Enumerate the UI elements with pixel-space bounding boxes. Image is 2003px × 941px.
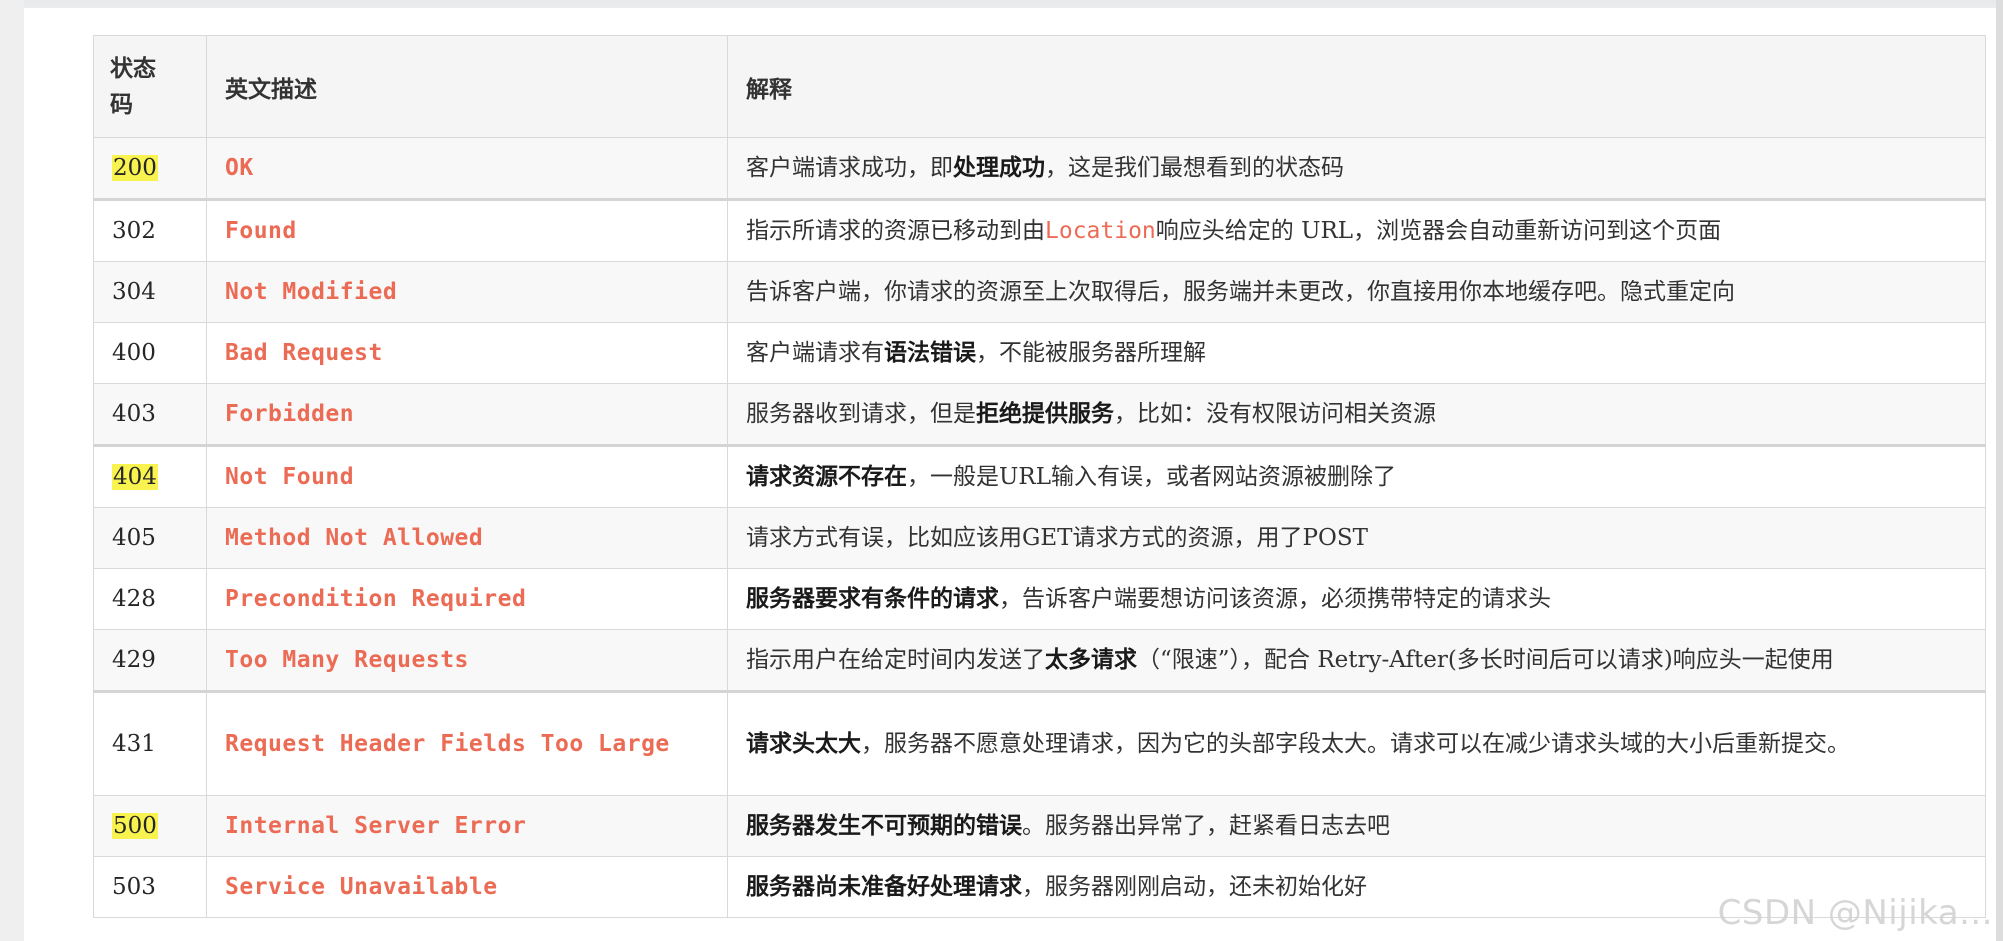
explanation-emphasis: 服务器尚未准备好处理请求 — [746, 873, 1022, 900]
english-description: Request Header Fields Too Large — [206, 690, 728, 796]
status-code: 403 — [112, 401, 156, 427]
explanation-emphasis: 服务器要求有条件的请求 — [746, 585, 999, 612]
explanation-emphasis: 拒绝提供服务 — [976, 400, 1114, 427]
explanation: 服务器要求有条件的请求，告诉客户端要想访问该资源，必须携带特定的请求头 — [727, 568, 1986, 630]
scrollbar-track[interactable] — [1996, 0, 2003, 941]
english-description: Not Modified — [206, 261, 728, 323]
explanation-text: ，这是我们最想看到的状态码 — [1045, 155, 1344, 181]
explanation-emphasis: 太多请求 — [1045, 646, 1137, 673]
explanation-emphasis: 语法错误 — [884, 339, 976, 366]
status-code: 200 — [112, 155, 158, 181]
status-code: 400 — [112, 340, 156, 366]
status-code-cell: 404 — [93, 444, 207, 508]
table-row: 429 Too Many Requests 指示用户在给定时间内发送了太多请求（“限… — [93, 629, 1986, 692]
status-code-cell: 200 — [93, 137, 207, 200]
status-code-cell: 302 — [93, 198, 207, 262]
english-description: Method Not Allowed — [206, 507, 728, 569]
explanation-text: 请求方式有误，比如应该用GET请求方式的资源，用了POST — [746, 525, 1368, 551]
table-row: 200 OK 客户端请求成功，即处理成功，这是我们最想看到的状态码 — [93, 137, 1986, 200]
english-description: Precondition Required — [206, 568, 728, 630]
status-code-cell: 431 — [93, 690, 207, 796]
status-code-table: 状态码 英文描述 解释 200 OK 客户端请求成功，即处理成功，这是我们最想看到的… — [93, 35, 1986, 918]
status-code-cell: 405 — [93, 507, 207, 569]
explanation-text: 指示所请求的资源已移动到由 — [746, 218, 1045, 244]
explanation-text: 响应头给定的 URL，浏览器会自动重新访问到这个页面 — [1155, 218, 1722, 244]
table-row: 400 Bad Request 客户端请求有语法错误，不能被服务器所理解 — [93, 322, 1986, 384]
table-row: 428 Precondition Required 服务器要求有条件的请求，告诉客户… — [93, 568, 1986, 630]
explanation-text: ，一般是URL输入有误，或者网站资源被删除了 — [907, 464, 1396, 490]
status-code-cell: 428 — [93, 568, 207, 630]
table-header-row: 状态码 英文描述 解释 — [93, 35, 1986, 138]
explanation: 指示所请求的资源已移动到由Location响应头给定的 URL，浏览器会自动重新… — [727, 198, 1986, 262]
table-row: 500 Internal Server Error 服务器发生不可预期的错误。服务器… — [93, 795, 1986, 857]
status-code: 405 — [112, 525, 156, 551]
explanation-text: 指示用户在给定时间内发送了 — [746, 647, 1045, 673]
explanation: 告诉客户端，你请求的资源至上次取得后，服务端并未更改，你直接用你本地缓存吧。隐式… — [727, 261, 1986, 323]
explanation: 指示用户在给定时间内发送了太多请求（“限速”），配合 Retry-After(多… — [727, 629, 1986, 692]
explanation-text: 。服务器出异常了，赶紧看日志去吧 — [1022, 813, 1390, 839]
english-description: Not Found — [206, 444, 728, 508]
table-row: 302 Found 指示所请求的资源已移动到由Location响应头给定的 URL，… — [93, 198, 1986, 262]
status-code: 302 — [112, 218, 156, 244]
english-description: Too Many Requests — [206, 629, 728, 692]
explanation-emphasis: 服务器发生不可预期的错误 — [746, 812, 1022, 839]
status-code: 429 — [112, 647, 156, 673]
status-code-cell: 304 — [93, 261, 207, 323]
explanation-emphasis: 处理成功 — [953, 154, 1045, 181]
explanation-text: 服务器收到请求，但是 — [746, 401, 976, 427]
english-description: OK — [206, 137, 728, 200]
table-row: 304 Not Modified 告诉客户端，你请求的资源至上次取得后，服务端并未更… — [93, 261, 1986, 323]
status-code-cell: 429 — [93, 629, 207, 692]
header-explanation: 解释 — [727, 35, 1986, 138]
status-code-cell: 500 — [93, 795, 207, 857]
status-code: 428 — [112, 586, 156, 612]
status-code: 500 — [112, 813, 158, 839]
watermark: CSDN @Nijika... — [1717, 893, 1993, 933]
explanation-text: 告诉客户端，你请求的资源至上次取得后，服务端并未更改，你直接用你本地缓存吧。隐式… — [746, 279, 1735, 305]
explanation-text: Location — [1045, 218, 1156, 244]
left-edge — [0, 0, 24, 941]
explanation-text: （“限速”），配合 Retry-After(多长时间后可以请求)响应头一起使用 — [1137, 647, 1834, 673]
english-description: Forbidden — [206, 383, 728, 446]
table-row: 405 Method Not Allowed 请求方式有误，比如应该用GET请求方式… — [93, 507, 1986, 569]
status-code-cell: 503 — [93, 856, 207, 918]
english-description: Found — [206, 198, 728, 262]
explanation-text: 客户端请求有 — [746, 340, 884, 366]
english-description: Service Unavailable — [206, 856, 728, 918]
status-code: 431 — [112, 731, 156, 757]
explanation-text: ，服务器不愿意处理请求，因为它的头部字段太大。请求可以在减少请求头域的大小后重新… — [861, 731, 1850, 757]
status-code-cell: 400 — [93, 322, 207, 384]
english-description: Internal Server Error — [206, 795, 728, 857]
status-code-cell: 403 — [93, 383, 207, 446]
explanation-text: ，服务器刚刚启动，还未初始化好 — [1022, 874, 1367, 900]
header-english-description: 英文描述 — [206, 35, 728, 138]
explanation-text: ，比如：没有权限访问相关资源 — [1114, 401, 1436, 427]
explanation: 服务器发生不可预期的错误。服务器出异常了，赶紧看日志去吧 — [727, 795, 1986, 857]
english-description: Bad Request — [206, 322, 728, 384]
explanation-emphasis: 请求资源不存在 — [746, 463, 907, 490]
explanation-text: 客户端请求成功，即 — [746, 155, 953, 181]
explanation: 客户端请求成功，即处理成功，这是我们最想看到的状态码 — [727, 137, 1986, 200]
header-status-code: 状态码 — [93, 35, 207, 138]
table-row: 503 Service Unavailable 服务器尚未准备好处理请求，服务器刚刚… — [93, 856, 1986, 918]
table-row: 404 Not Found 请求资源不存在，一般是URL输入有误，或者网站资源被删除… — [93, 444, 1986, 508]
explanation: 请求资源不存在，一般是URL输入有误，或者网站资源被删除了 — [727, 444, 1986, 508]
table-row: 403 Forbidden 服务器收到请求，但是拒绝提供服务，比如：没有权限访问相关… — [93, 383, 1986, 446]
explanation-text: ，告诉客户端要想访问该资源，必须携带特定的请求头 — [999, 586, 1551, 612]
explanation: 服务器收到请求，但是拒绝提供服务，比如：没有权限访问相关资源 — [727, 383, 1986, 446]
explanation: 请求方式有误，比如应该用GET请求方式的资源，用了POST — [727, 507, 1986, 569]
status-code: 404 — [112, 464, 158, 490]
explanation: 客户端请求有语法错误，不能被服务器所理解 — [727, 322, 1986, 384]
explanation-text: ，不能被服务器所理解 — [976, 340, 1206, 366]
explanation-emphasis: 请求头太大 — [746, 730, 861, 757]
status-code: 503 — [112, 874, 156, 900]
explanation: 请求头太大，服务器不愿意处理请求，因为它的头部字段太大。请求可以在减少请求头域的… — [727, 690, 1986, 796]
status-code: 304 — [112, 279, 156, 305]
table-row: 431 Request Header Fields Too Large 请求头太大，… — [93, 690, 1986, 796]
